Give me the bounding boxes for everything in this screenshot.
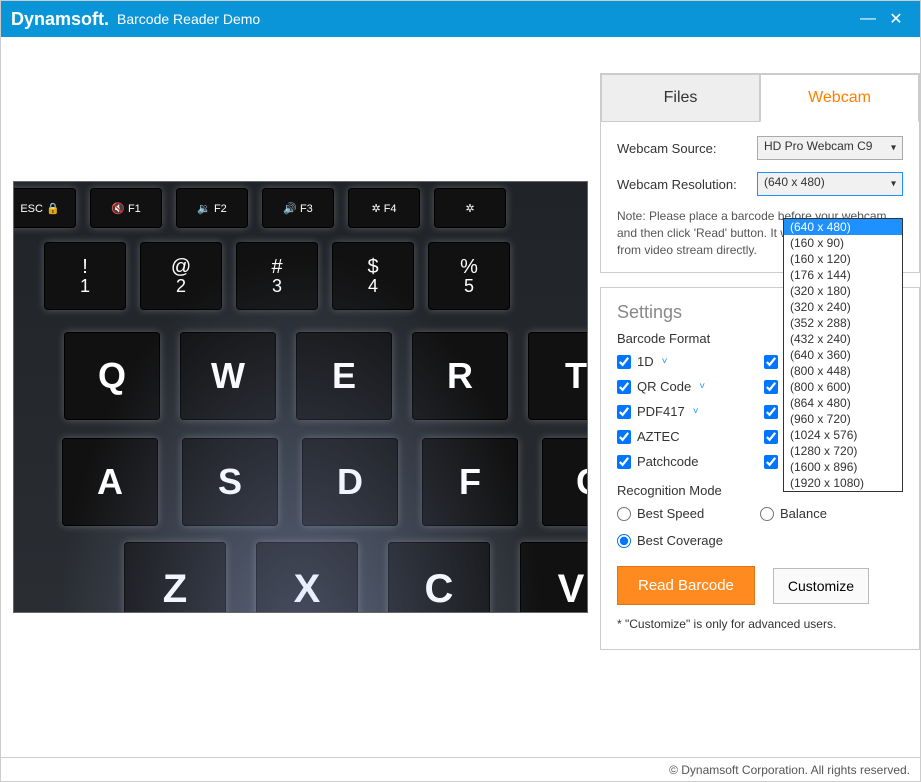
webcam-resolution-value: (640 x 480) [764, 175, 825, 189]
resolution-option[interactable]: (1920 x 1080) [784, 475, 902, 491]
resolution-option[interactable]: (1600 x 896) [784, 459, 902, 475]
chevron-down-icon: ˅ [662, 356, 668, 367]
chevron-down-icon: ˅ [699, 381, 705, 392]
webcam-source-label: Webcam Source: [617, 141, 757, 156]
resolution-option[interactable]: (320 x 240) [784, 299, 902, 315]
resolution-option[interactable]: (800 x 448) [784, 363, 902, 379]
preview-pane: ESC 🔒🔇 F1🔉 F2🔊 F3✲ F4✲ !1 @2 #3 $4 %5 QW… [1, 37, 600, 757]
resolution-option[interactable]: (432 x 240) [784, 331, 902, 347]
resolution-option[interactable]: (352 x 288) [784, 315, 902, 331]
resolution-option[interactable]: (160 x 90) [784, 235, 902, 251]
resolution-option[interactable]: (800 x 600) [784, 379, 902, 395]
check-pdf417[interactable]: PDF417˅ [617, 404, 756, 419]
side-panel: Files Webcam Webcam Source: HD Pro Webca… [600, 37, 920, 757]
check-1d[interactable]: 1D˅ [617, 354, 756, 369]
source-tabs: Files Webcam [600, 73, 920, 122]
copyright-text: © Dynamsoft Corporation. All rights rese… [669, 763, 910, 777]
resolution-option[interactable]: (176 x 144) [784, 267, 902, 283]
check-qr[interactable]: QR Code˅ [617, 379, 756, 394]
webcam-panel: Webcam Source: HD Pro Webcam C9 ▾ Webcam… [600, 122, 920, 273]
webcam-source-value: HD Pro Webcam C9 [764, 139, 872, 153]
webcam-resolution-label: Webcam Resolution: [617, 177, 757, 192]
titlebar: Dynamsoft. Barcode Reader Demo — ✕ [1, 1, 920, 37]
webcam-source-select[interactable]: HD Pro Webcam C9 ▾ [757, 136, 903, 160]
close-button[interactable]: ✕ [882, 9, 910, 29]
resolution-option[interactable]: (960 x 720) [784, 411, 902, 427]
tab-files[interactable]: Files [601, 74, 760, 122]
resolution-option[interactable]: (1024 x 576) [784, 427, 902, 443]
footer: © Dynamsoft Corporation. All rights rese… [1, 757, 920, 781]
minimize-button[interactable]: — [854, 10, 882, 28]
resolution-option[interactable]: (160 x 120) [784, 251, 902, 267]
radio-best-speed[interactable]: Best Speed [617, 506, 760, 521]
resolution-dropdown-menu[interactable]: (640 x 480)(160 x 90)(160 x 120)(176 x 1… [783, 218, 903, 492]
radio-best-coverage[interactable]: Best Coverage [617, 533, 760, 548]
customize-button[interactable]: Customize [773, 568, 869, 604]
webcam-resolution-select[interactable]: (640 x 480) ▾ [757, 172, 903, 196]
resolution-option[interactable]: (640 x 480) [784, 219, 902, 235]
check-aztec[interactable]: AZTEC [617, 429, 756, 444]
chevron-down-icon: ▾ [891, 143, 896, 154]
brand-logo: Dynamsoft. [11, 9, 109, 30]
tab-webcam[interactable]: Webcam [760, 74, 919, 122]
check-patchcode[interactable]: Patchcode [617, 454, 756, 469]
resolution-option[interactable]: (864 x 480) [784, 395, 902, 411]
app-title: Barcode Reader Demo [117, 11, 260, 27]
webcam-preview-image: ESC 🔒🔇 F1🔉 F2🔊 F3✲ F4✲ !1 @2 #3 $4 %5 QW… [13, 181, 588, 613]
customize-hint: * "Customize" is only for advanced users… [617, 617, 903, 631]
chevron-down-icon: ˅ [693, 406, 699, 417]
read-barcode-button[interactable]: Read Barcode [617, 566, 755, 605]
resolution-option[interactable]: (320 x 180) [784, 283, 902, 299]
resolution-option[interactable]: (640 x 360) [784, 347, 902, 363]
resolution-option[interactable]: (1280 x 720) [784, 443, 902, 459]
chevron-down-icon: ▾ [891, 179, 896, 190]
radio-balance[interactable]: Balance [760, 506, 903, 521]
